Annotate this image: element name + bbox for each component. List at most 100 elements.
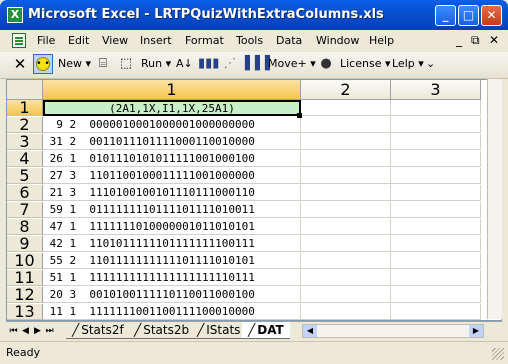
- close-button[interactable]: ✕: [481, 5, 502, 26]
- menu-window[interactable]: Window: [316, 34, 359, 47]
- empty-cell[interactable]: [391, 202, 481, 218]
- empty-cell[interactable]: [391, 287, 481, 303]
- menu-format[interactable]: Format: [185, 34, 224, 47]
- data-cell[interactable]: 47 1 1111111010000001011010101: [43, 219, 301, 235]
- data-cell[interactable]: 26 1 0101110101011111001000100: [43, 151, 301, 167]
- empty-cell[interactable]: [301, 270, 391, 286]
- empty-cell[interactable]: [301, 304, 391, 320]
- menu-help[interactable]: Help: [369, 34, 394, 47]
- empty-cell[interactable]: [391, 304, 481, 320]
- empty-cell[interactable]: [391, 185, 481, 201]
- empty-cell[interactable]: [301, 219, 391, 235]
- empty-cell[interactable]: [391, 253, 481, 269]
- next-sheet-button[interactable]: ▶: [32, 325, 43, 337]
- smiley-icon[interactable]: • •: [33, 54, 53, 74]
- empty-cell[interactable]: [301, 134, 391, 150]
- empty-cell[interactable]: [391, 134, 481, 150]
- empty-cell[interactable]: [301, 185, 391, 201]
- move-button[interactable]: Move+ ▾: [268, 56, 316, 72]
- doc-restore-button[interactable]: ⧉: [471, 33, 480, 48]
- data-cell[interactable]: 27 3 1101100100011111001000000: [43, 168, 301, 184]
- sheet-tab-stats2b[interactable]: Stats2b: [128, 322, 196, 339]
- sheet-tab-istats[interactable]: IStats: [191, 322, 247, 339]
- row-header[interactable]: 4: [7, 151, 43, 167]
- row-header[interactable]: 10: [7, 253, 43, 269]
- empty-cell[interactable]: [391, 236, 481, 252]
- cut-icon[interactable]: ✕: [12, 56, 28, 72]
- empty-cell[interactable]: [391, 100, 481, 116]
- menu-insert[interactable]: Insert: [140, 34, 172, 47]
- row-header[interactable]: 6: [7, 185, 43, 201]
- active-cell[interactable]: (2A1,1X,I1,1X,25A1): [43, 100, 301, 116]
- empty-cell[interactable]: [301, 287, 391, 303]
- row-header[interactable]: 3: [7, 134, 43, 150]
- horizontal-scrollbar[interactable]: ◀ ▶: [302, 324, 484, 338]
- scroll-right-button[interactable]: ▶: [469, 325, 483, 337]
- last-sheet-button[interactable]: ⏭: [44, 325, 55, 337]
- row-header[interactable]: 11: [7, 270, 43, 286]
- resize-grip-icon[interactable]: [492, 348, 504, 360]
- run-button[interactable]: Run ▾: [141, 56, 171, 72]
- empty-cell[interactable]: [301, 253, 391, 269]
- sort-ascending-icon[interactable]: A↓: [176, 56, 193, 72]
- menu-view[interactable]: View: [102, 34, 128, 47]
- excel-app-icon[interactable]: X: [7, 7, 23, 23]
- data-cell[interactable]: 51 1 1111111111111111111110111: [43, 270, 301, 286]
- sheet-tab-stats2f[interactable]: Stats2f: [66, 322, 130, 339]
- row-header[interactable]: 8: [7, 219, 43, 235]
- empty-cell[interactable]: [391, 270, 481, 286]
- row-header[interactable]: 2: [7, 117, 43, 133]
- column-header-2[interactable]: 2: [301, 80, 391, 100]
- column-header-3[interactable]: 3: [391, 80, 481, 100]
- license-button[interactable]: License ▾: [340, 56, 391, 72]
- data-cell[interactable]: 9 2 0000010001000001000000000: [43, 117, 301, 133]
- data-cell[interactable]: 59 1 0111111110111101111010011: [43, 202, 301, 218]
- menu-tools[interactable]: Tools: [236, 34, 263, 47]
- empty-cell[interactable]: [301, 151, 391, 167]
- grid-edit-icon[interactable]: ⌸: [95, 56, 111, 72]
- menu-file[interactable]: File: [37, 34, 55, 47]
- doc-minimize-button[interactable]: _: [456, 33, 462, 47]
- menu-data[interactable]: Data: [276, 34, 302, 47]
- data-cell[interactable]: 31 2 0011011101111000110010000: [43, 134, 301, 150]
- new-button[interactable]: New ▾: [58, 56, 91, 72]
- license-icon[interactable]: ●: [318, 56, 334, 72]
- prev-sheet-button[interactable]: ◀: [20, 325, 31, 337]
- row-header[interactable]: 1: [7, 100, 43, 116]
- resize-icon[interactable]: ⬚: [118, 56, 134, 72]
- row-header[interactable]: 7: [7, 202, 43, 218]
- row-header[interactable]: 13: [7, 304, 43, 320]
- worksheet-grid[interactable]: 1 2 3 1 (2A1,1X,I1,1X,25A1) 2 9 2 00000100…: [6, 79, 502, 321]
- scroll-left-button[interactable]: ◀: [303, 325, 317, 337]
- fill-handle[interactable]: [297, 113, 302, 118]
- empty-cell[interactable]: [391, 151, 481, 167]
- histogram-icon[interactable]: ▌▌▌: [245, 56, 275, 72]
- scatter-plot-icon[interactable]: ⋰: [222, 56, 238, 72]
- row-header[interactable]: 9: [7, 236, 43, 252]
- bar-chart-icon[interactable]: ▮▮▮: [198, 56, 219, 72]
- help-button[interactable]: Lelp ▾: [392, 56, 424, 72]
- empty-cell[interactable]: [391, 117, 481, 133]
- sheet-tab-dat[interactable]: DAT: [242, 322, 290, 339]
- menu-edit[interactable]: Edit: [68, 34, 89, 47]
- row-header[interactable]: 12: [7, 287, 43, 303]
- minimize-button[interactable]: _: [435, 5, 456, 26]
- empty-cell[interactable]: [301, 236, 391, 252]
- select-all-corner[interactable]: [7, 80, 43, 100]
- empty-cell[interactable]: [391, 168, 481, 184]
- workbook-icon[interactable]: [12, 33, 26, 48]
- empty-cell[interactable]: [391, 219, 481, 235]
- first-sheet-button[interactable]: ⏮: [8, 325, 19, 337]
- toolbar-overflow-button[interactable]: ⌄: [426, 56, 435, 72]
- data-cell[interactable]: 55 2 1101111111111101111010101: [43, 253, 301, 269]
- data-cell[interactable]: 21 3 1110100100101110111000110: [43, 185, 301, 201]
- doc-close-button[interactable]: ✕: [489, 33, 499, 47]
- data-cell[interactable]: 20 3 0010100111110110011000100: [43, 287, 301, 303]
- data-cell[interactable]: 11 1 1111111001100111100010000: [43, 304, 301, 320]
- maximize-button[interactable]: □: [458, 5, 479, 26]
- row-header[interactable]: 5: [7, 168, 43, 184]
- empty-cell[interactable]: [301, 168, 391, 184]
- vertical-scrollbar[interactable]: [487, 79, 502, 319]
- data-cell[interactable]: 42 1 1101011111101111111100111: [43, 236, 301, 252]
- empty-cell[interactable]: [301, 100, 391, 116]
